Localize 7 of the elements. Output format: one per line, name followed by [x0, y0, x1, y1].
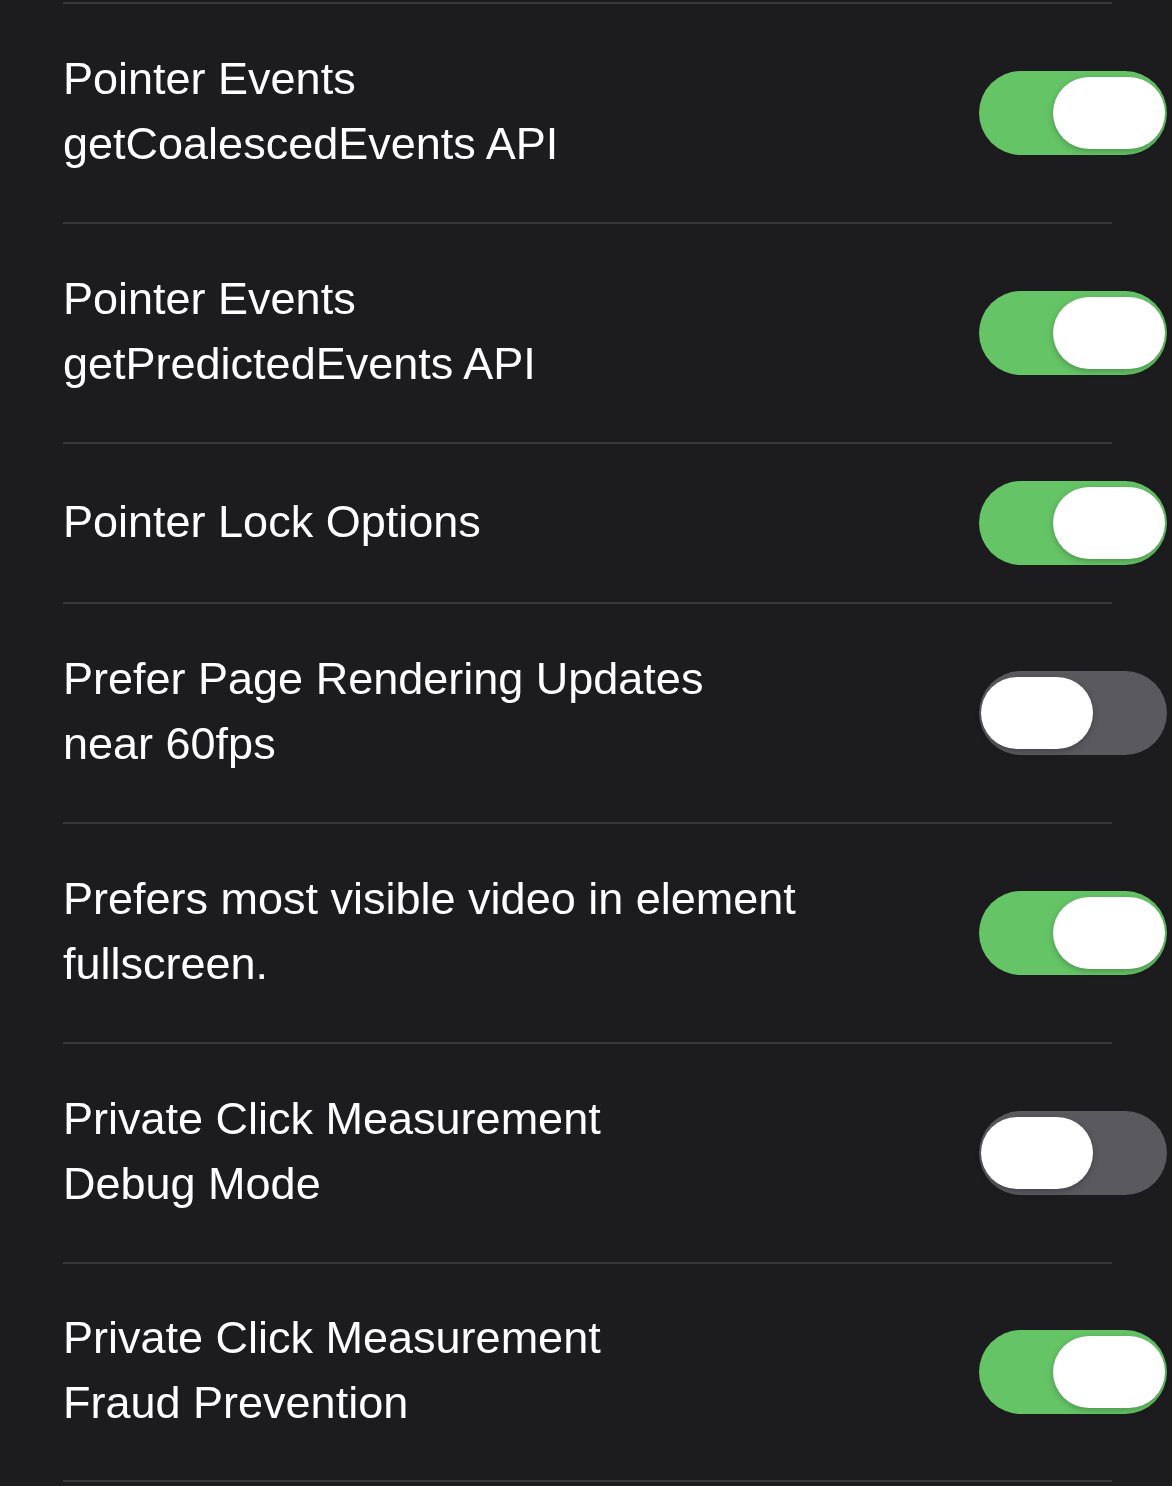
setting-label: Pointer Events getCoalescedEvents API — [63, 52, 559, 171]
setting-label: Private Click Measurement Debug Mode — [63, 1092, 601, 1211]
setting-label: Private Click Measurement Fraud Prevention — [63, 1311, 601, 1430]
setting-label: Pointer Events getPredictedEvents API — [63, 272, 536, 391]
setting-label: Pointer Lock Options — [63, 494, 481, 549]
setting-label: Prefers most visible video in element fullscreen. — [63, 872, 796, 991]
setting-label: Prefer Page Rendering Updates near 60fps — [63, 652, 704, 771]
